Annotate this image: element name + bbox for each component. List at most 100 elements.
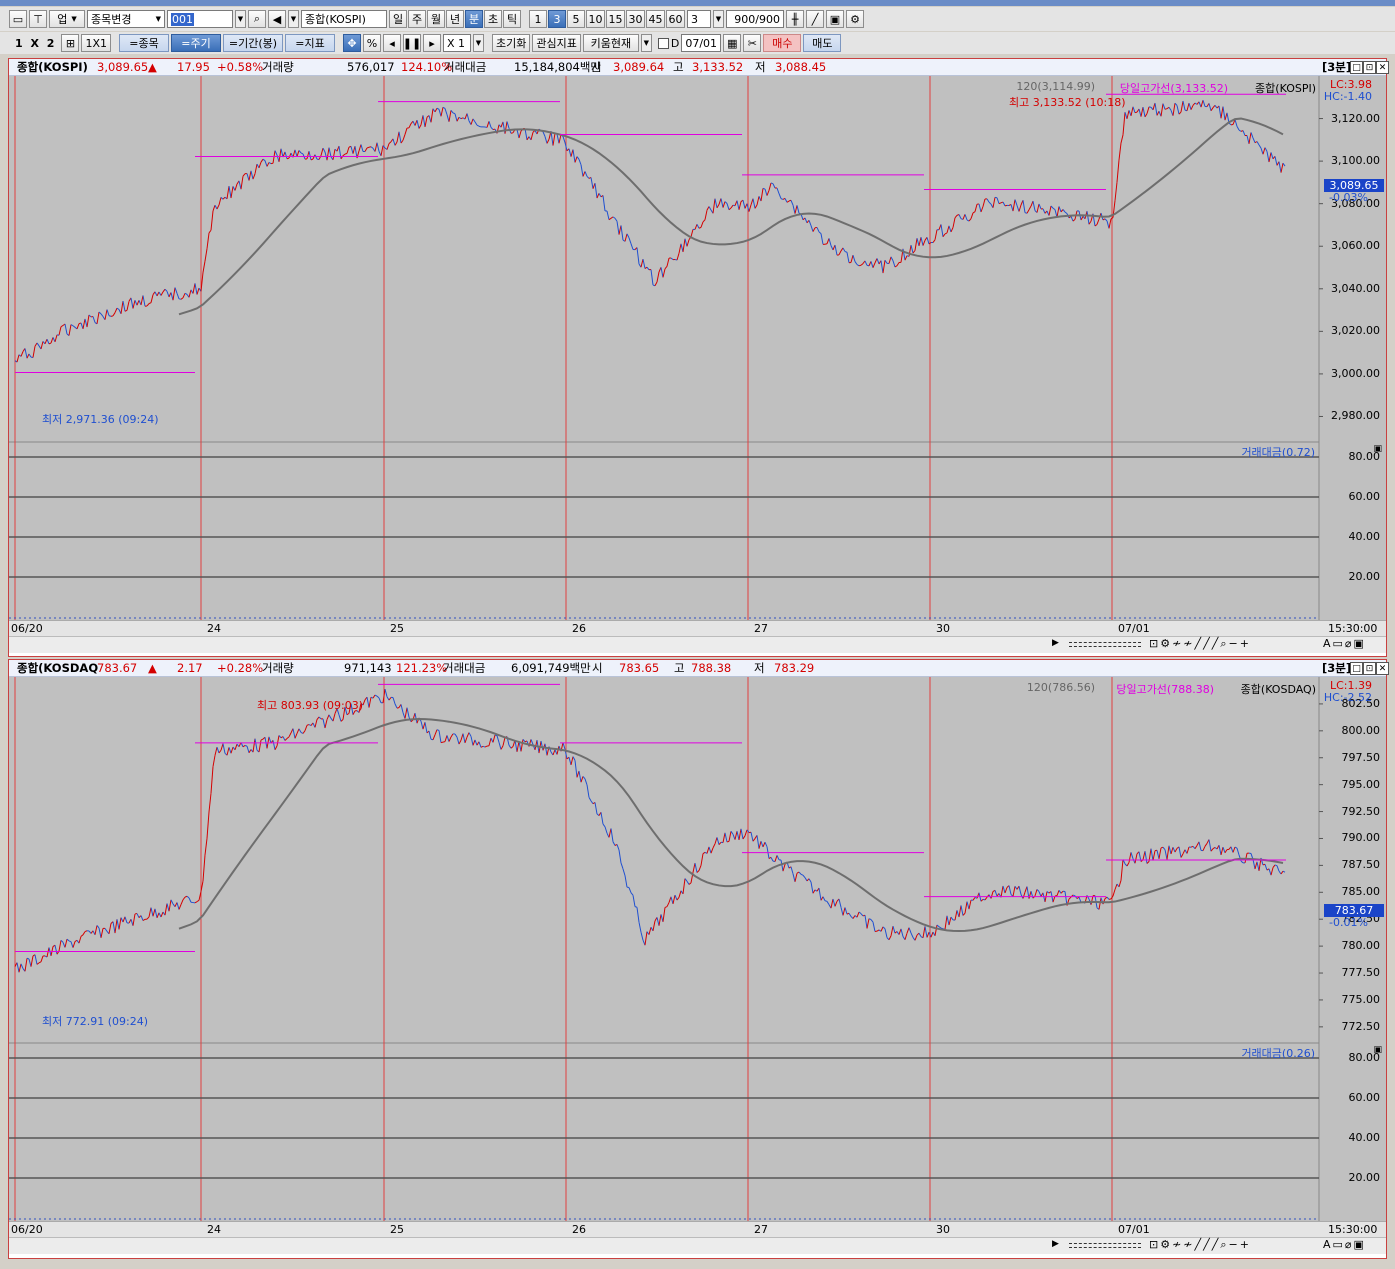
percent-button[interactable]: %: [363, 34, 381, 52]
watch-indicator-button[interactable]: 관심지표: [532, 34, 581, 52]
line-type-icon[interactable]: ╱: [806, 10, 824, 28]
low-label: 저: [755, 60, 766, 74]
kiwoom-current-select[interactable]: 키움현재: [582, 34, 639, 52]
code-dropdown[interactable]: ▼: [235, 10, 246, 28]
date-checkbox[interactable]: [657, 37, 669, 49]
current-price: 783.67: [97, 661, 138, 675]
chart-scrollbar: ▶ ⊡⚙≁≁╱╱╱⌕−+ A▭⌀▣: [9, 1237, 1386, 1254]
ma-value-label: 120(786.56): [1026, 681, 1095, 694]
current-price: 3,089.65: [97, 60, 149, 74]
stock-change-select[interactable]: 종목변경 ▼: [87, 10, 165, 28]
sub-close-icon[interactable]: ▣: [1373, 444, 1382, 454]
window-top-strip: [0, 0, 1395, 6]
period-count-button[interactable]: =기간(봉): [223, 34, 283, 52]
scroll-right-icon[interactable]: ▶: [1052, 1239, 1059, 1249]
x-axis-label: 27: [754, 622, 768, 635]
speaker-icon[interactable]: ◀: [268, 10, 286, 28]
x-axis-label: 26: [572, 622, 586, 635]
sub-close-icon[interactable]: ▣: [1373, 1045, 1382, 1055]
close-icon[interactable]: ✕: [1376, 61, 1389, 74]
candle-type-icon[interactable]: ╫: [786, 10, 804, 28]
maximize-icon[interactable]: ⊡: [1363, 662, 1376, 675]
interval-button-7[interactable]: 60: [666, 10, 685, 28]
next-icon[interactable]: ▸: [423, 34, 441, 52]
market-select[interactable]: 업 ▼: [49, 10, 85, 28]
date-input[interactable]: 07/01: [681, 34, 722, 52]
count-input[interactable]: 900/900: [726, 10, 784, 28]
interval-button-4[interactable]: 15: [606, 10, 625, 28]
restore-icon[interactable]: □: [1350, 662, 1363, 675]
scroll-right-icon[interactable]: ▶: [1052, 638, 1059, 648]
price-chart-svg: [9, 76, 1386, 620]
x-axis-label: 24: [207, 622, 221, 635]
open-value: 783.65: [619, 661, 660, 675]
period-button-3[interactable]: 년: [446, 10, 464, 28]
code-input[interactable]: 001: [167, 10, 233, 28]
close-icon[interactable]: ✕: [1376, 662, 1389, 675]
calendar-icon[interactable]: ▦: [723, 34, 742, 52]
period-button-4[interactable]: 분: [465, 10, 483, 28]
restore-icon[interactable]: □: [1350, 61, 1363, 74]
y-tick-label: 800.00: [1341, 723, 1381, 737]
chart-tools-icons[interactable]: ⊡⚙≁≁╱╱╱⌕−+: [1149, 637, 1251, 651]
interval-dropdown[interactable]: ▼: [713, 10, 724, 28]
prev-icon[interactable]: ◂: [383, 34, 401, 52]
interval-button-6[interactable]: 45: [646, 10, 665, 28]
pause-icon[interactable]: ❚❚: [403, 34, 421, 52]
interval-input[interactable]: 3: [687, 10, 711, 28]
scroll-end-icons[interactable]: A▭⌀▣: [1323, 637, 1366, 650]
scroll-thumb[interactable]: [1069, 1243, 1141, 1248]
min-annotation: 최저 772.91 (09:24): [42, 1015, 149, 1028]
stock-name-field[interactable]: 종합(KOSPI): [301, 10, 387, 28]
open-value: 3,089.64: [613, 60, 665, 74]
cycle-button[interactable]: =주기: [171, 34, 221, 52]
period-button-2[interactable]: 월: [427, 10, 445, 28]
low-value: 783.29: [774, 661, 815, 675]
sub-tick-label: 20.00: [1348, 1171, 1381, 1184]
buy-button[interactable]: 매수: [763, 34, 802, 52]
zoom-dropdown[interactable]: ▼: [473, 34, 484, 52]
period-buttons: 일주월년분초틱: [389, 10, 521, 28]
speaker-dropdown[interactable]: ▼: [288, 10, 299, 28]
panel-header: 종합(KOSPI) 3,089.65 ▲ 17.95 +0.58% 거래량 576,017 1…: [9, 59, 1389, 76]
x-axis-label: 07/01: [1118, 1223, 1150, 1236]
scroll-thumb[interactable]: [1069, 642, 1141, 647]
scissors-icon[interactable]: ✂: [743, 34, 762, 52]
market-value: 업: [57, 13, 68, 26]
x-axis-label: 30: [936, 1223, 950, 1236]
kiwoom-dropdown[interactable]: ▼: [640, 34, 652, 52]
period-button-5[interactable]: 초: [484, 10, 502, 28]
y-tick-label: 792.50: [1341, 804, 1381, 818]
grid-icon[interactable]: ⊞: [61, 34, 80, 52]
sell-button[interactable]: 매도: [803, 34, 842, 52]
y-tick-label: 795.00: [1341, 777, 1381, 791]
interval-button-0[interactable]: 1: [529, 10, 547, 28]
interval-button-1[interactable]: 3: [548, 10, 566, 28]
save-icon[interactable]: ▣: [826, 10, 844, 28]
gear-icon[interactable]: ⚙: [846, 10, 864, 28]
period-button-1[interactable]: 주: [408, 10, 426, 28]
one-by-one-button[interactable]: 1X1: [81, 34, 111, 52]
indicator-button[interactable]: =지표: [285, 34, 335, 52]
stock-button[interactable]: =종목: [119, 34, 169, 52]
window-icon[interactable]: ▭: [9, 10, 27, 28]
interval-button-5[interactable]: 30: [626, 10, 645, 28]
maximize-icon[interactable]: ⊡: [1363, 61, 1376, 74]
reset-button[interactable]: 초기화: [492, 34, 531, 52]
kiwoom-current-label: 키움현재: [590, 37, 632, 50]
crosshair-icon[interactable]: ✥: [343, 34, 361, 52]
layout-label[interactable]: 1 X 2: [12, 34, 59, 52]
y-tick-label: 797.50: [1341, 750, 1381, 764]
chart-tools-icons[interactable]: ⊡⚙≁≁╱╱╱⌕−+: [1149, 1238, 1251, 1252]
x-axis: 06/20 24 25 26 27 30 07/01 15:30:00: [9, 1221, 1386, 1237]
pin-icon[interactable]: ⊤: [29, 10, 47, 28]
period-button-0[interactable]: 일: [389, 10, 407, 28]
search-icon[interactable]: ⌕: [248, 10, 266, 28]
moving-average-line: [178, 117, 1284, 316]
interval-button-2[interactable]: 5: [567, 10, 585, 28]
interval-button-3[interactable]: 10: [586, 10, 605, 28]
amount-value: 6,091,749백만: [511, 661, 591, 675]
scroll-end-icons[interactable]: A▭⌀▣: [1323, 1238, 1366, 1251]
period-button-6[interactable]: 틱: [503, 10, 521, 28]
zoom-input[interactable]: X 1: [443, 34, 471, 52]
